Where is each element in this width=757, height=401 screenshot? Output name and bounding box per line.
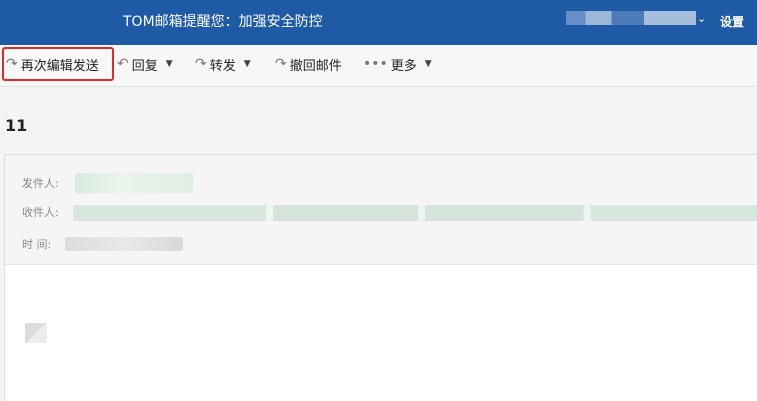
sender-label: 发件人:	[22, 177, 59, 190]
mail-subject: 11	[5, 116, 28, 135]
recall-arrow-icon: ↷	[275, 56, 287, 72]
recipient-value[interactable]	[73, 205, 757, 221]
recall-label: 撤回邮件	[289, 58, 342, 74]
top-header: TOM邮箱提醒您：加强安全防控 ⌄ 设置	[0, 0, 757, 45]
mail-card: 发件人: 收件人: 时 间:	[4, 154, 757, 401]
sender-value[interactable]	[75, 173, 193, 193]
forward-label: 转发	[209, 58, 236, 74]
time-value	[65, 237, 183, 251]
more-label: 更多	[390, 58, 417, 74]
mail-meta: 发件人: 收件人: 时 间:	[5, 155, 757, 265]
chevron-down-icon[interactable]: ⌄	[697, 12, 706, 25]
reply-label: 回复	[131, 58, 158, 74]
reply-button[interactable]: ↶ 回复 ▼	[117, 47, 173, 81]
recall-button[interactable]: ↷ 撤回邮件	[275, 47, 342, 81]
forward-button[interactable]: ↷ 转发 ▼	[195, 47, 251, 81]
mail-toolbar: ↷ 再次编辑发送 ↶ 回复 ▼ ↷ 转发 ▼ ↷ 撤回邮件 ••• 更多 ▼	[0, 45, 757, 87]
reply-arrow-icon: ↶	[117, 56, 129, 72]
security-notice: TOM邮箱提醒您：加强安全防控	[123, 14, 323, 30]
account-selector[interactable]	[566, 11, 696, 25]
more-dots-icon: •••	[363, 56, 388, 72]
resend-button[interactable]: ↷ 再次编辑发送	[2, 47, 114, 81]
more-button[interactable]: ••• 更多 ▼	[363, 47, 432, 81]
chevron-down-icon[interactable]: ▼	[425, 59, 432, 69]
forward-arrow-icon: ↷	[195, 56, 207, 72]
chevron-down-icon[interactable]: ▼	[166, 59, 173, 69]
forward-arrow-icon: ↷	[6, 56, 18, 72]
time-label: 时 间:	[22, 238, 52, 251]
mail-body-content	[25, 323, 47, 343]
recipient-label: 收件人:	[22, 206, 59, 219]
resend-label: 再次编辑发送	[20, 58, 99, 74]
chevron-down-icon[interactable]: ▼	[244, 59, 251, 69]
settings-link[interactable]: 设置	[720, 13, 744, 30]
